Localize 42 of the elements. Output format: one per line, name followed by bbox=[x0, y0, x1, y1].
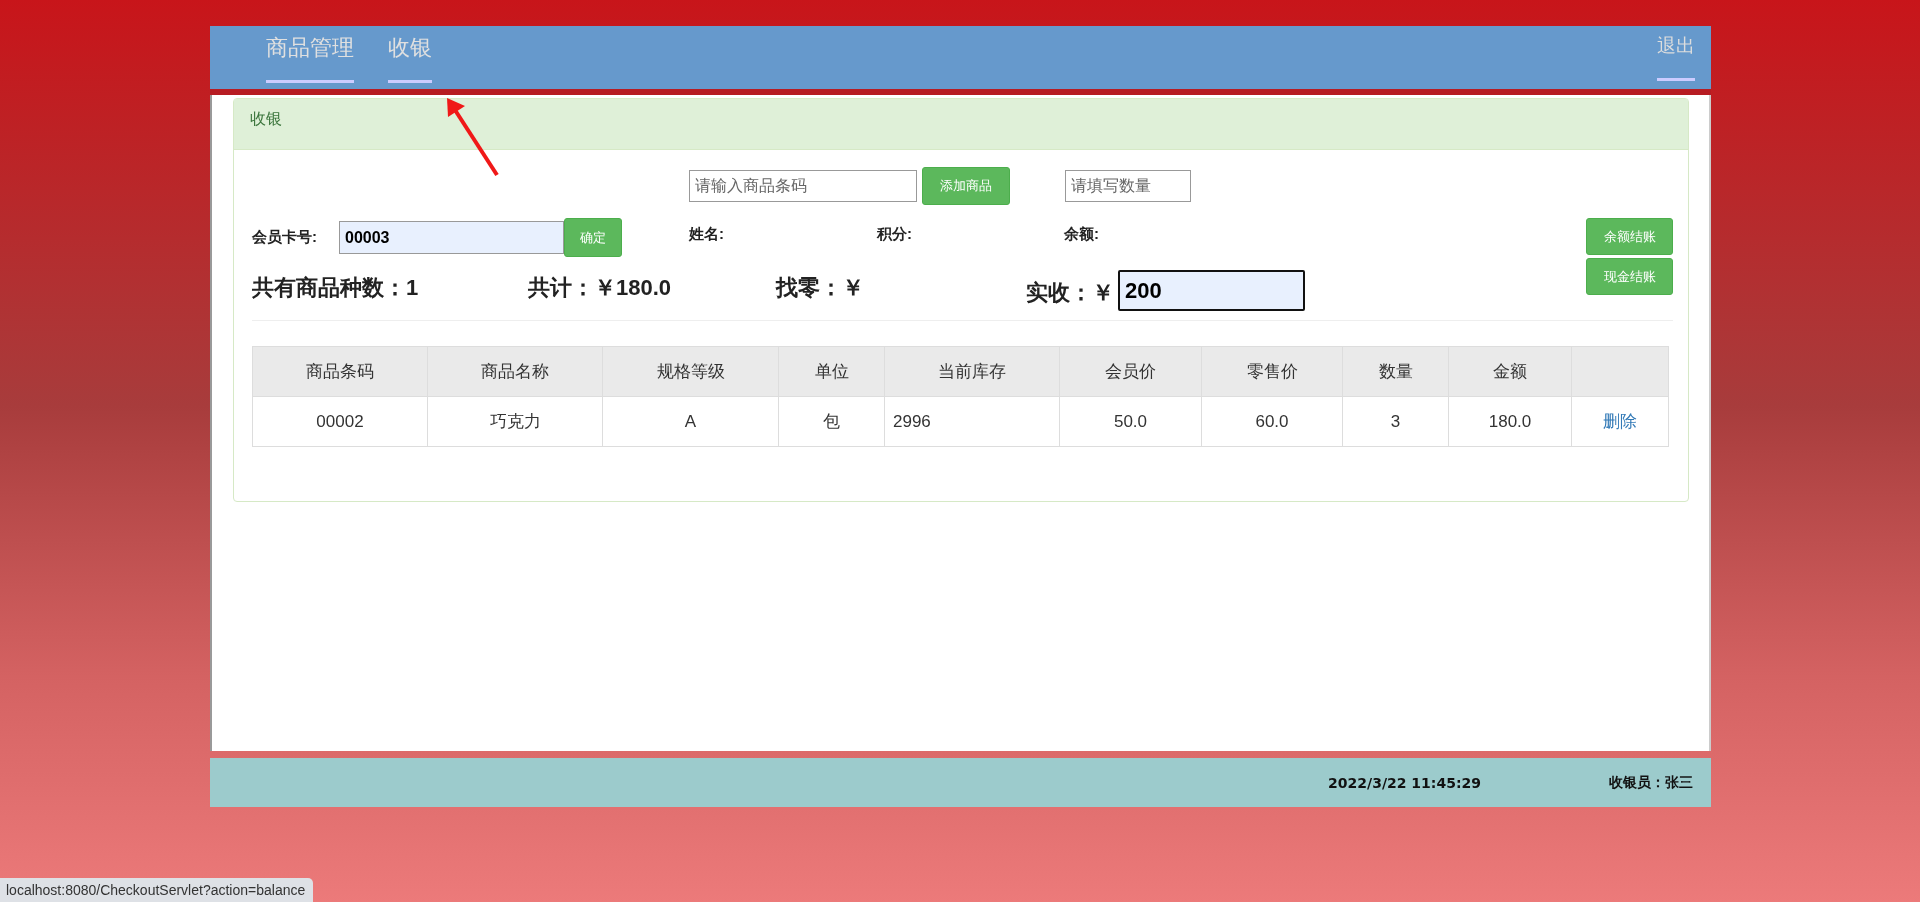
date-time-text: 2022/3/22 11:45:29 bbox=[1328, 774, 1481, 791]
cashier-name-text: 收银员：张三 bbox=[1609, 773, 1693, 792]
received-label: 实收：￥ bbox=[1026, 279, 1114, 307]
item-count-text: 共有商品种数：1 bbox=[252, 274, 420, 302]
column-header: 单位 bbox=[778, 346, 885, 397]
table-cell: 00002 bbox=[252, 396, 428, 447]
table-cell: 50.0 bbox=[1059, 396, 1202, 447]
name-label: 姓名: bbox=[689, 225, 725, 244]
panel-heading: 收银 bbox=[234, 99, 1688, 150]
member-card-field[interactable]: 00003 bbox=[339, 221, 564, 254]
table-cell: 180.0 bbox=[1448, 396, 1572, 447]
logout-link[interactable]: 退出 bbox=[1657, 34, 1695, 81]
table-cell: A bbox=[602, 396, 779, 447]
points-label: 积分: bbox=[877, 225, 913, 244]
cash-checkout-button[interactable]: 现金结账 bbox=[1586, 258, 1673, 295]
add-product-button[interactable]: 添加商品 bbox=[922, 167, 1010, 205]
column-header: 商品条码 bbox=[252, 346, 428, 397]
balance-checkout-button[interactable]: 余额结账 bbox=[1586, 218, 1673, 255]
received-field[interactable]: 200 bbox=[1118, 270, 1305, 311]
nav-tab[interactable]: 收银 bbox=[388, 37, 432, 83]
table-cell: 60.0 bbox=[1201, 396, 1343, 447]
quantity-field[interactable]: 请填写数量 bbox=[1065, 170, 1191, 202]
member-card-label: 会员卡号: bbox=[252, 228, 318, 247]
barcode-field[interactable]: 请输入商品条码 bbox=[689, 170, 917, 202]
delete-link[interactable]: 删除 bbox=[1603, 412, 1637, 431]
column-header: 数量 bbox=[1342, 346, 1449, 397]
nav-tab[interactable]: 商品管理 bbox=[266, 37, 354, 83]
table-cell: 3 bbox=[1342, 396, 1449, 447]
status-url: localhost:8080/CheckoutServlet?action=balance bbox=[0, 878, 314, 902]
column-header: 金额 bbox=[1448, 346, 1572, 397]
column-header: 会员价 bbox=[1059, 346, 1202, 397]
column-header: 规格等级 bbox=[602, 346, 779, 397]
total-text: 共计：￥180.0 bbox=[528, 274, 673, 302]
balance-label: 余额: bbox=[1064, 225, 1100, 244]
column-header: 当前库存 bbox=[884, 346, 1060, 397]
confirm-button[interactable]: 确定 bbox=[564, 218, 622, 257]
table-cell: 巧克力 bbox=[427, 396, 603, 447]
change-text: 找零：￥ bbox=[776, 274, 865, 302]
table-cell: 2996 bbox=[884, 396, 1060, 447]
column-header: 商品名称 bbox=[427, 346, 603, 397]
column-header: 零售价 bbox=[1201, 346, 1343, 397]
table-cell: 包 bbox=[778, 396, 885, 447]
